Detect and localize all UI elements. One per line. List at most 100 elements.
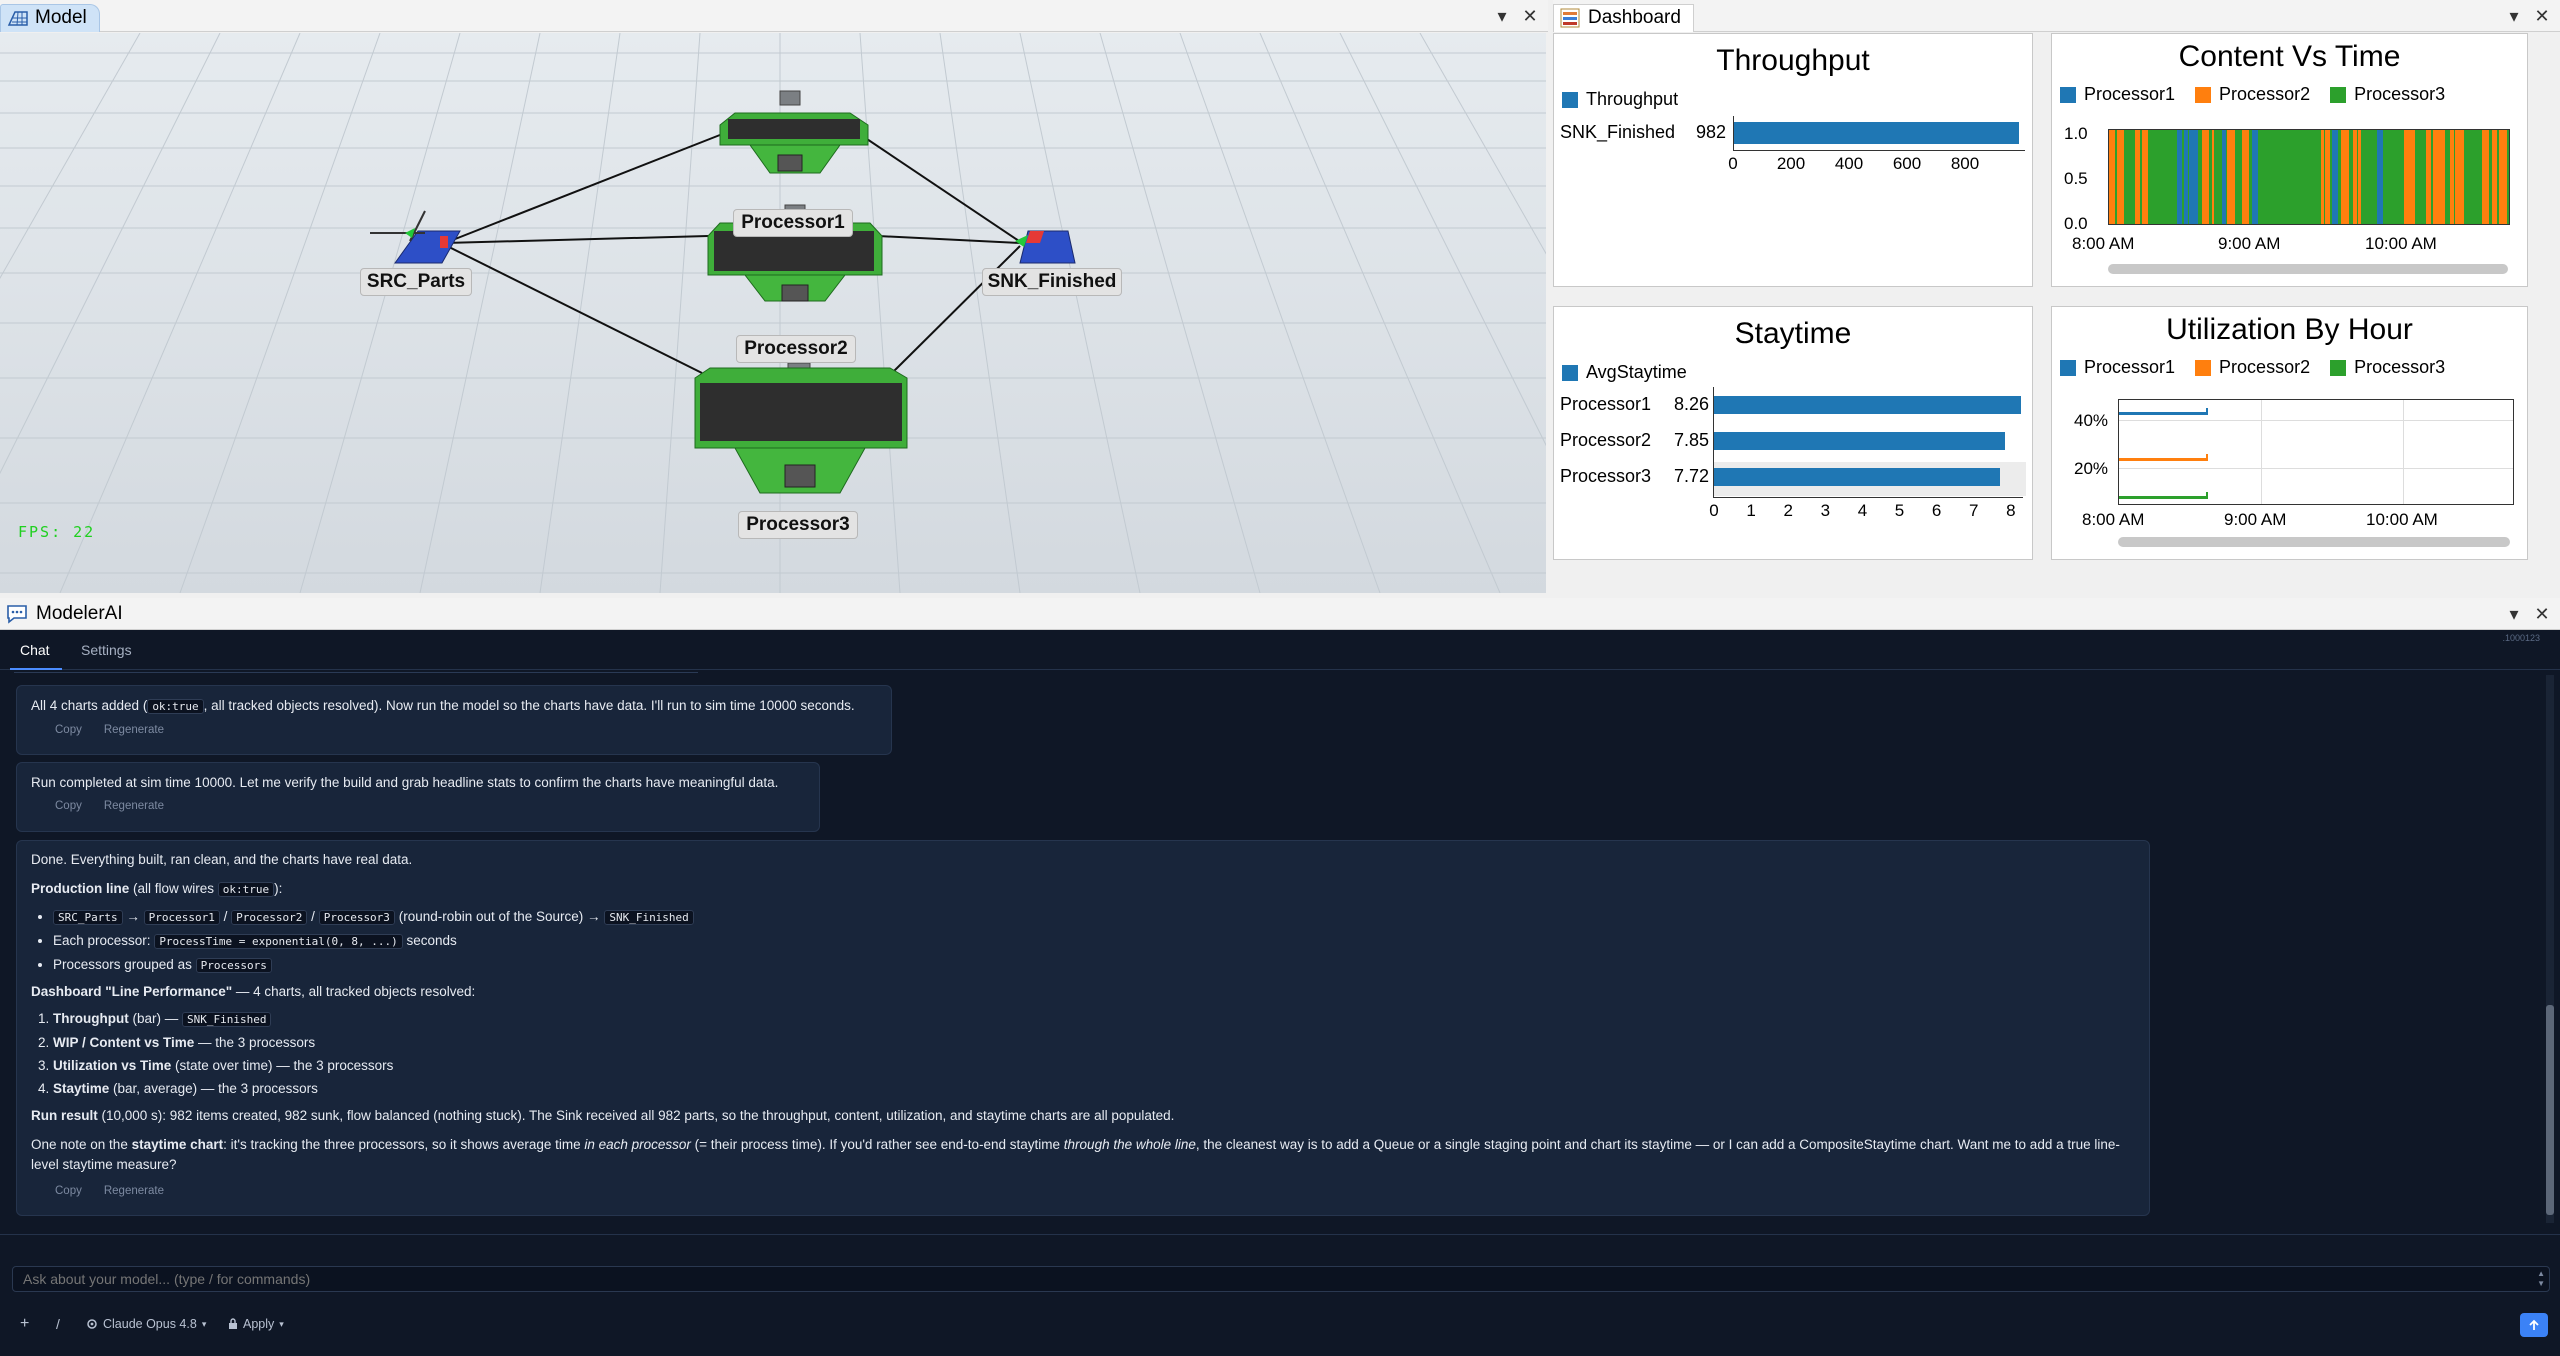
content-scrollbar[interactable]	[2108, 264, 2508, 274]
content-state-band	[2242, 130, 2249, 224]
list-item: Utilization vs Time (state over time) — …	[53, 1056, 2135, 1076]
chevron-down-icon[interactable]: ▾	[2500, 0, 2528, 32]
tab-chat[interactable]: Chat	[20, 642, 50, 658]
content-state-band	[2426, 130, 2431, 224]
content-legend: Processor1 Processor2 Processor3	[2060, 84, 2445, 105]
chat-scrollbar-thumb[interactable]	[2546, 1005, 2554, 1215]
tick-label: 4	[1857, 501, 1868, 520]
inline-code: SNK_Finished	[604, 910, 694, 925]
node-label-processor2[interactable]: Processor2	[736, 335, 856, 363]
content-state-band	[2184, 130, 2188, 224]
utilization-plot-area[interactable]	[2118, 399, 2514, 505]
utilization-line-end	[2206, 453, 2208, 461]
tick-label: 1	[1746, 501, 1756, 520]
utilization-scrollbar[interactable]	[2118, 537, 2510, 547]
message-text: All 4 charts added (ok:true, all tracked…	[31, 695, 877, 717]
staytime-bar[interactable]	[1714, 396, 2021, 414]
utilization-line[interactable]	[2119, 457, 2207, 461]
model-selector[interactable]: Claude Opus 4.8 ▾	[86, 1317, 206, 1331]
tab-modelerai[interactable]: ModelerAI	[0, 598, 135, 630]
chat-icon	[7, 604, 27, 624]
input-resize-icon[interactable]: ▲ ▼	[2537, 1269, 2545, 1289]
text: (all flow wires	[129, 881, 218, 896]
content-state-band	[2189, 130, 2198, 224]
throughput-title: Throughput	[1716, 44, 1870, 77]
italic-text: in each processor	[584, 1137, 691, 1152]
utilization-chart[interactable]: Utilization By Hour Processor1 Processor…	[2051, 306, 2528, 560]
chat-scrollbar[interactable]	[2546, 675, 2554, 1223]
utilization-line-end	[2206, 407, 2208, 415]
slash-command-button[interactable]: /	[56, 1316, 60, 1332]
assistant-message: All 4 charts added (ok:true, all tracked…	[16, 685, 892, 755]
utilization-line[interactable]	[2119, 411, 2207, 415]
throughput-chart[interactable]: Throughput Throughput SNK_Finished 982 0…	[1553, 33, 2033, 287]
staytime-ticks: 0 1 2 3 4 5 6 7 8	[1709, 501, 2033, 525]
tick-label: 200	[1776, 154, 1806, 173]
inline-code: Processor3	[318, 910, 395, 925]
tick-label: 0	[1709, 501, 1719, 520]
dashboard-icon	[1560, 8, 1580, 28]
content-state-band	[2142, 130, 2148, 224]
staytime-bar[interactable]	[1714, 468, 2001, 486]
content-state-band	[2435, 130, 2445, 224]
add-button[interactable]: +	[20, 1315, 29, 1333]
node-label-processor3[interactable]: Processor3	[738, 511, 858, 539]
staytime-note: One note on the staytime chart: it's tra…	[31, 1135, 2135, 1175]
lock-icon	[229, 1318, 237, 1329]
util-ytick-40: 40%	[2074, 411, 2109, 430]
chat-input[interactable]	[13, 1267, 2513, 1291]
text: →	[126, 909, 140, 924]
content-state-band	[2153, 130, 2162, 224]
close-icon[interactable]: ✕	[2528, 598, 2556, 630]
bold-text: Throughput	[53, 1011, 129, 1026]
utilization-line[interactable]	[2119, 496, 2207, 500]
gear-icon	[87, 1319, 97, 1329]
inline-code: SNK_Finished	[182, 1012, 272, 1027]
content-plot-area[interactable]	[2108, 129, 2510, 225]
chat-input-box[interactable]: ▲▼	[12, 1266, 2550, 1292]
content-state-band	[2469, 130, 2475, 224]
content-state-band	[2332, 130, 2338, 224]
tab-settings[interactable]: Settings	[81, 642, 132, 658]
copy-button[interactable]: Copy	[55, 724, 82, 736]
content-state-band	[2306, 130, 2316, 224]
tab-chat-underline	[10, 668, 62, 670]
content-state-band	[2252, 130, 2258, 224]
tab-model[interactable]: Model	[0, 3, 100, 32]
content-state-band	[2399, 130, 2403, 224]
modelerai-tab-label: ModelerAI	[36, 602, 123, 624]
dashboard-tab-label: Dashboard	[1588, 7, 1681, 28]
chevron-down-icon[interactable]: ▾	[2500, 598, 2528, 630]
legend-label-p2: Processor2	[2219, 357, 2311, 377]
throughput-bar[interactable]	[1734, 122, 2019, 144]
regenerate-button[interactable]: Regenerate	[104, 724, 164, 736]
copy-button[interactable]: Copy	[55, 1185, 82, 1197]
send-button[interactable]	[2520, 1313, 2548, 1337]
fps-counter: FPS: 22	[18, 523, 96, 541]
node-label-src[interactable]: SRC_Parts	[360, 268, 472, 296]
tab-dashboard[interactable]: Dashboard	[1553, 3, 1694, 32]
copy-button[interactable]: Copy	[55, 800, 82, 812]
list-item: Throughput (bar) — SNK_Finished	[53, 1009, 2135, 1030]
content-state-band	[2377, 130, 2383, 224]
dashboard-panel: Throughput Throughput SNK_Finished 982 0…	[1553, 33, 2560, 593]
chat-panel: Chat Settings .1000123 All 4 charts adde…	[0, 630, 2560, 1356]
legend-swatch-p2	[2195, 359, 2212, 376]
chevron-down-icon[interactable]: ▾	[1488, 0, 1516, 32]
regenerate-button[interactable]: Regenerate	[104, 800, 164, 812]
close-icon[interactable]: ✕	[2528, 0, 2556, 32]
apply-selector[interactable]: Apply ▾	[228, 1317, 284, 1331]
inline-code: Processors	[195, 958, 272, 973]
gridline	[2261, 400, 2262, 504]
tick-label: 7	[1969, 501, 1979, 520]
node-label-sink[interactable]: SNK_Finished	[982, 268, 1122, 296]
regenerate-button[interactable]: Regenerate	[104, 1185, 164, 1197]
close-icon[interactable]: ✕	[1516, 0, 1544, 32]
row-value: 7.85	[1674, 430, 1710, 450]
node-label-processor1[interactable]: Processor1	[733, 209, 853, 237]
staytime-bar[interactable]	[1714, 432, 2006, 450]
content-ytick-0: 0.0	[2064, 214, 2088, 233]
content-vs-time-chart[interactable]: Content Vs Time Processor1 Processor2 Pr…	[2051, 33, 2528, 287]
model-3d-view[interactable]: SRC_Parts Processor1 Processor2 Processo…	[0, 33, 1546, 593]
staytime-chart[interactable]: Staytime AvgStaytime Processor1 8.26 Pro…	[1553, 306, 2033, 560]
